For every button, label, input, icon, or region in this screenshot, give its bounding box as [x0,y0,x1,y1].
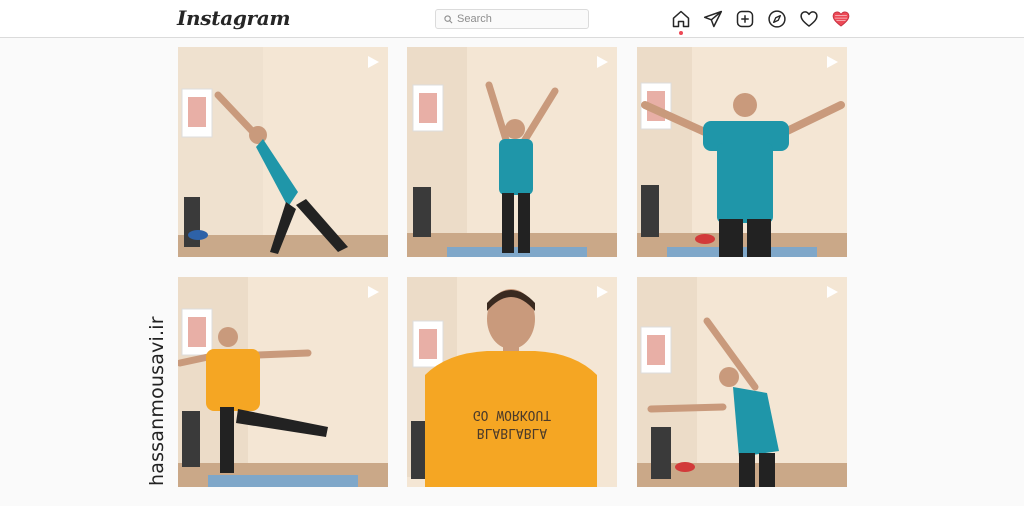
video-play-icon [368,286,379,298]
top-navigation-bar: Instagram [0,0,1024,38]
post-thumbnail [407,277,617,487]
post-video-2[interactable] [407,47,617,257]
video-play-icon [597,56,608,68]
post-video-4[interactable] [178,277,388,487]
video-play-icon [368,56,379,68]
watermark-text: hassanmousavi.ir [146,316,168,486]
post-video-1[interactable] [178,47,388,257]
instagram-logo[interactable]: Instagram [177,6,291,30]
post-video-5[interactable]: BLABLABLA GO WORKOUT [407,277,617,487]
active-indicator-dot [679,31,683,35]
post-video-6[interactable] [637,277,847,487]
activity-heart-icon[interactable] [799,9,819,29]
shirt-text: BLABLABLA GO WORKOUT [472,407,552,440]
profile-heart-icon[interactable] [831,9,851,29]
post-thumbnail [637,277,847,487]
post-thumbnail [178,47,388,257]
video-play-icon [597,286,608,298]
post-thumbnail [407,47,617,257]
search-box[interactable] [435,9,589,29]
home-icon[interactable] [671,9,691,35]
explore-icon[interactable] [767,9,787,29]
post-thumbnail [178,277,388,487]
new-post-icon[interactable] [735,9,755,29]
direct-messages-icon[interactable] [703,9,723,29]
video-play-icon [827,286,838,298]
post-video-3[interactable] [637,47,847,257]
post-thumbnail [637,47,847,257]
search-input[interactable] [453,13,577,25]
video-play-icon [827,56,838,68]
search-icon [444,14,453,23]
